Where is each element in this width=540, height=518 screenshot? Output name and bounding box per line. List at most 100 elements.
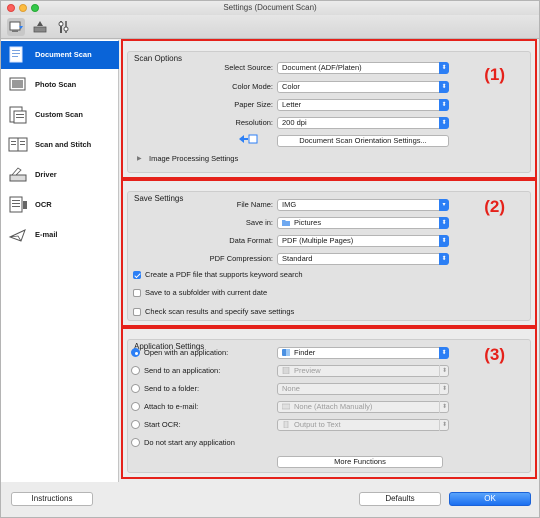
file-name-label: File Name: xyxy=(236,200,273,209)
send-to-folder-dropdown[interactable]: None ⬍ xyxy=(277,383,449,395)
pdf-compression-value: Standard xyxy=(282,254,313,263)
scanner-panel-icon xyxy=(33,21,47,33)
check-results-checkbox[interactable]: Check scan results and specify save sett… xyxy=(133,307,294,316)
sidebar-item-custom-scan[interactable]: Custom Scan xyxy=(1,101,119,129)
sidebar-item-label: E-mail xyxy=(35,230,58,239)
send-to-app-dropdown[interactable]: Preview ⬍ xyxy=(277,365,449,377)
photo-scan-icon xyxy=(9,77,26,91)
orientation-settings-button[interactable]: Document Scan Orientation Settings... xyxy=(277,135,449,147)
chevron-down-icon: ▾ xyxy=(439,199,449,211)
custom-scan-icon xyxy=(9,106,27,124)
color-mode-label: Color Mode: xyxy=(232,82,273,91)
radio-selected-icon xyxy=(131,348,140,357)
sidebar-item-photo-scan[interactable]: Photo Scan xyxy=(1,71,119,99)
no-app-radio[interactable]: Do not start any application xyxy=(131,438,235,447)
sidebar-item-ocr[interactable]: OCR xyxy=(1,191,119,219)
open-with-app-radio[interactable]: Open with an application: xyxy=(131,348,228,357)
send-to-folder-label: Send to a folder: xyxy=(144,384,200,393)
checkbox-unchecked-icon xyxy=(133,288,141,297)
text-output-icon xyxy=(283,421,289,428)
data-format-label: Data Format: xyxy=(229,236,273,245)
defaults-button[interactable]: Defaults xyxy=(359,492,441,506)
image-processing-settings-toggle[interactable]: Image Processing Settings xyxy=(149,154,238,163)
minimize-window-button[interactable] xyxy=(19,4,27,12)
updown-arrows-icon: ⬍ xyxy=(439,217,449,229)
sidebar-item-document-scan[interactable]: Document Scan xyxy=(1,41,119,69)
data-format-value: PDF (Multiple Pages) xyxy=(282,236,354,245)
scan-from-panel-tab[interactable] xyxy=(31,18,49,36)
updown-arrows-icon: ⬍ xyxy=(439,81,449,93)
preview-icon xyxy=(282,367,290,374)
title-bar: Settings (Document Scan) xyxy=(1,1,539,15)
general-settings-tab[interactable] xyxy=(55,18,73,36)
close-window-button[interactable] xyxy=(7,4,15,12)
send-to-app-radio[interactable]: Send to an application: xyxy=(131,366,220,375)
attach-email-label: Attach to e-mail: xyxy=(144,402,199,411)
subfolder-checkbox[interactable]: Save to a subfolder with current date xyxy=(133,288,267,297)
scan-and-stitch-icon xyxy=(8,137,28,152)
attach-email-radio[interactable]: Attach to e-mail: xyxy=(131,402,198,411)
ok-button[interactable]: OK xyxy=(449,492,531,506)
disclosure-triangle-icon[interactable]: ▶ xyxy=(137,155,142,162)
send-to-app-value: Preview xyxy=(294,366,321,375)
settings-window: Settings (Document Scan) Document Scan P… xyxy=(0,0,540,518)
scan-options-highlight: Scan Options (1) Select Source: Document… xyxy=(121,39,537,179)
sidebar-item-driver[interactable]: Driver xyxy=(1,161,119,189)
attach-email-dropdown[interactable]: None (Attach Manually) ⬍ xyxy=(277,401,449,413)
keyword-search-checkbox[interactable]: Create a PDF file that supports keyword … xyxy=(133,270,303,279)
instructions-button[interactable]: Instructions xyxy=(11,492,93,506)
resolution-label: Resolution: xyxy=(235,118,273,127)
resolution-value: 200 dpi xyxy=(282,118,307,127)
start-ocr-dropdown[interactable]: Output to Text ⬍ xyxy=(277,419,449,431)
pdf-compression-dropdown[interactable]: Standard ⬍ xyxy=(277,253,449,265)
checkbox-unchecked-icon xyxy=(133,307,141,316)
data-format-dropdown[interactable]: PDF (Multiple Pages) ⬍ xyxy=(277,235,449,247)
sidebar-item-label: Document Scan xyxy=(35,50,92,59)
more-functions-button[interactable]: More Functions xyxy=(277,456,443,468)
open-with-app-dropdown[interactable]: Finder ⬍ xyxy=(277,347,449,359)
save-in-dropdown[interactable]: Pictures ⬍ xyxy=(277,217,449,229)
send-to-folder-radio[interactable]: Send to a folder: xyxy=(131,384,199,393)
select-source-label: Select Source: xyxy=(224,63,273,72)
updown-arrows-icon: ⬍ xyxy=(439,401,449,413)
color-mode-value: Color xyxy=(282,82,300,91)
zoom-window-button[interactable] xyxy=(31,4,39,12)
keyword-search-label: Create a PDF file that supports keyword … xyxy=(145,270,303,279)
radio-unselected-icon xyxy=(131,420,140,429)
updown-arrows-icon: ⬍ xyxy=(439,347,449,359)
sidebar-item-label: Photo Scan xyxy=(35,80,77,89)
section-number-1: (1) xyxy=(484,65,505,84)
resolution-dropdown[interactable]: 200 dpi ⬍ xyxy=(277,117,449,129)
document-scan-icon xyxy=(9,46,23,63)
updown-arrows-icon: ⬍ xyxy=(439,365,449,377)
sidebar-item-label: Driver xyxy=(35,170,57,179)
start-ocr-label: Start OCR: xyxy=(144,420,181,429)
sidebar-item-label: OCR xyxy=(35,200,52,209)
select-source-dropdown[interactable]: Document (ADF/Platen) ⬍ xyxy=(277,62,449,74)
send-to-folder-value: None xyxy=(282,384,300,393)
application-settings-highlight: Application Settings (3) Open with an ap… xyxy=(121,327,537,479)
scanner-computer-icon xyxy=(9,21,23,32)
paper-size-value: Letter xyxy=(282,100,302,109)
paper-size-dropdown[interactable]: Letter ⬍ xyxy=(277,99,449,111)
radio-unselected-icon xyxy=(131,366,140,375)
pdf-compression-label: PDF Compression: xyxy=(209,254,273,263)
file-name-combobox[interactable]: IMG ▾ xyxy=(277,199,449,211)
updown-arrows-icon: ⬍ xyxy=(439,419,449,431)
open-with-app-value: Finder xyxy=(294,348,316,357)
updown-arrows-icon: ⬍ xyxy=(439,253,449,265)
finder-icon xyxy=(282,349,290,356)
scan-from-computer-tab[interactable] xyxy=(7,18,25,36)
start-ocr-radio[interactable]: Start OCR: xyxy=(131,420,181,429)
section-number-3: (3) xyxy=(484,345,505,364)
radio-unselected-icon xyxy=(131,402,140,411)
file-name-value: IMG xyxy=(282,200,297,209)
attach-email-value: None (Attach Manually) xyxy=(294,402,373,411)
select-source-value: Document (ADF/Platen) xyxy=(282,63,362,72)
updown-arrows-icon: ⬍ xyxy=(439,99,449,111)
color-mode-dropdown[interactable]: Color ⬍ xyxy=(277,81,449,93)
no-app-label: Do not start any application xyxy=(144,438,235,447)
driver-icon xyxy=(9,167,27,182)
sidebar-item-scan-and-stitch[interactable]: Scan and Stitch xyxy=(1,131,119,159)
sidebar-item-email[interactable]: E-mail xyxy=(1,221,119,249)
